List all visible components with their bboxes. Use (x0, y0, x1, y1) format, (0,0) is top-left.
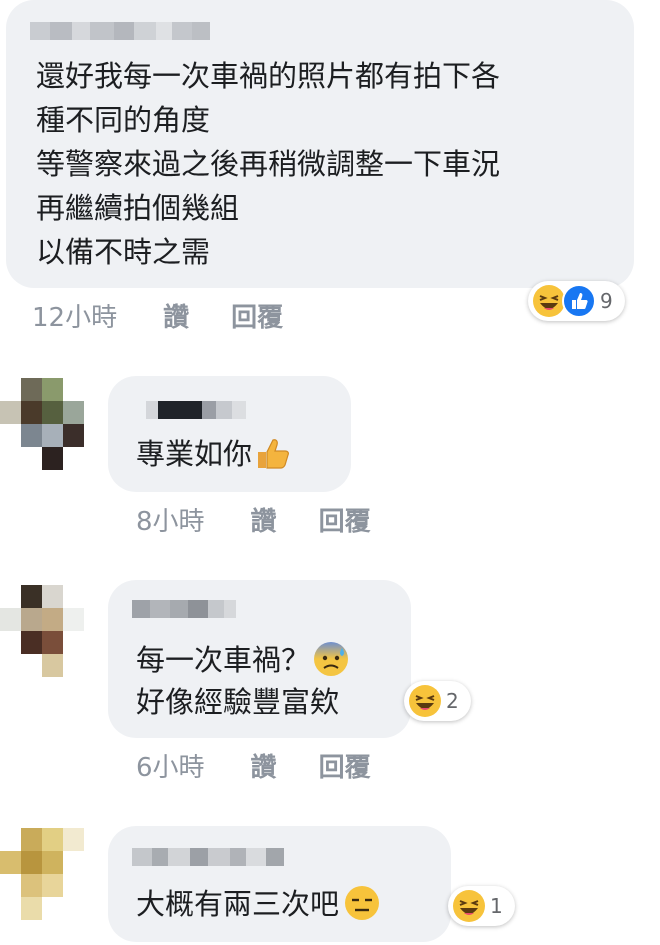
blurred-author-name[interactable] (132, 600, 236, 618)
haha-icon (453, 890, 485, 922)
comment-actions: 8小時 讚 回覆 (136, 501, 371, 538)
avatar[interactable] (0, 378, 84, 470)
haha-icon (409, 685, 441, 717)
reaction-count: 1 (490, 894, 503, 918)
reaction-summary[interactable]: 1 (448, 886, 515, 926)
avatar[interactable] (0, 585, 84, 677)
reply-button[interactable]: 回覆 (319, 747, 371, 784)
like-button[interactable]: 讚 (251, 747, 277, 784)
comment-text-line: 大概有兩三次吧 (136, 886, 381, 922)
comment-actions: 12小時 讚 回覆 (32, 297, 283, 334)
like-button[interactable]: 讚 (251, 501, 277, 538)
comment-bubble[interactable]: 還好我每一次車禍的照片都有拍下各 種不同的角度 等警察來過之後再稍微調整一下車況… (6, 0, 634, 288)
comment-text: 大概有兩三次吧 (136, 887, 340, 921)
comment-actions: 6小時 讚 回覆 (136, 747, 371, 784)
timestamp[interactable]: 6小時 (136, 747, 205, 784)
reply-button[interactable]: 回覆 (319, 501, 371, 538)
reaction-summary[interactable]: 2 (404, 681, 471, 721)
comment-text-line: 每一次車禍？ (136, 642, 350, 678)
avatar[interactable] (0, 828, 84, 920)
comment-text-line: 好像經驗豐富欸 (136, 685, 340, 719)
thumbs-up-icon (258, 439, 289, 469)
like-icon (562, 284, 596, 318)
reply-button[interactable]: 回覆 (231, 297, 283, 334)
like-button[interactable]: 讚 (163, 297, 189, 334)
blurred-author-name[interactable] (146, 401, 246, 419)
comment-text-line: 等警察來過之後再稍微調整一下車況 (36, 147, 501, 181)
blurred-author-name[interactable] (30, 22, 210, 40)
reaction-summary[interactable]: 9 (528, 281, 625, 321)
reaction-count: 9 (600, 289, 613, 313)
haha-icon (533, 285, 565, 317)
timestamp[interactable]: 8小時 (136, 501, 205, 538)
comment-bubble[interactable]: 大概有兩三次吧 (108, 826, 451, 942)
blurred-author-name[interactable] (132, 848, 284, 866)
expressionless-face-icon (345, 886, 380, 920)
comment-text: 每一次車禍？ (136, 643, 311, 677)
comment-bubble[interactable]: 專業如你 (108, 376, 351, 492)
comment-text-line: 還好我每一次車禍的照片都有拍下各 (36, 59, 501, 93)
comment-text-line: 專業如你 (136, 436, 292, 472)
timestamp[interactable]: 12小時 (32, 297, 117, 334)
comment-bubble[interactable]: 每一次車禍？ 好像經驗豐富欸 (108, 580, 411, 738)
comment-text-line: 以備不時之需 (36, 235, 211, 269)
anxious-sweat-face-icon (314, 642, 349, 676)
reaction-count: 2 (446, 689, 459, 713)
comment-text: 專業如你 (136, 437, 253, 471)
comment-text-line: 再繼續拍個幾組 (36, 191, 240, 225)
comment-text-line: 種不同的角度 (36, 103, 211, 137)
